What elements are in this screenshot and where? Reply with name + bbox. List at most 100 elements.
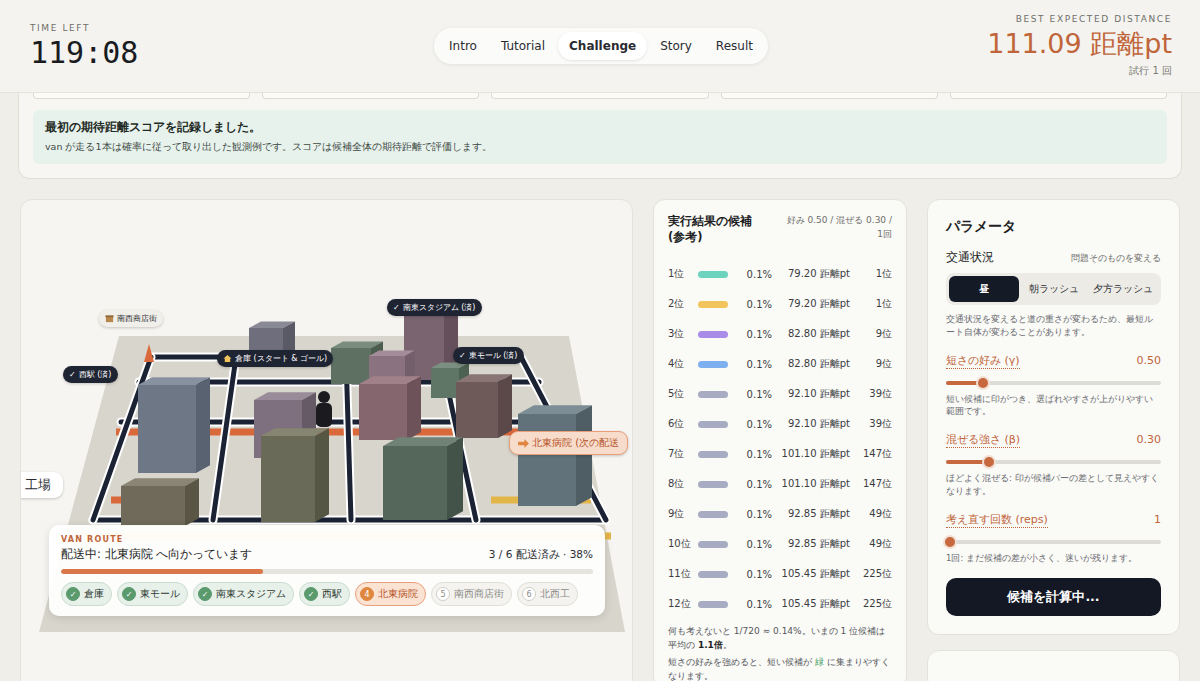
candidate-true-rank: 39位 (850, 387, 892, 401)
stop-chip: 4北東病院 (355, 582, 426, 606)
map-label-text: 工場 (25, 476, 51, 494)
score-label: BEST EXPECTED DISTANCE (768, 14, 1172, 24)
building (138, 377, 210, 473)
slider-label: 考え直す回数 (reps) (946, 512, 1048, 528)
slider-thumb[interactable] (943, 535, 957, 549)
candidate-share: 0.1% (732, 299, 772, 310)
slider-note: 短い候補に印がつき、選ばれやすさが上がりやすい範囲です。 (946, 393, 1161, 419)
candidate-rank: 6位 (668, 417, 698, 431)
map-label-text: 東モール (済) (469, 350, 518, 361)
calculate-button[interactable]: 候補を計算中... (946, 578, 1161, 616)
map-label: 南西商店街 (99, 310, 163, 327)
slider-label: 混ぜる強さ (β) (946, 432, 1020, 448)
slider-value: 1 (1154, 513, 1161, 526)
slider[interactable] (946, 460, 1161, 464)
box-icon (105, 314, 114, 323)
candidate-color (698, 361, 728, 368)
candidate-share: 0.1% (732, 389, 772, 400)
van-status: 配送中: 北東病院 へ向かっています (61, 547, 252, 562)
nav-tab[interactable]: Result (705, 32, 764, 60)
map-label-text: 南東スタジアム (済) (403, 302, 476, 313)
traffic-option[interactable]: 昼 (949, 276, 1019, 302)
top-bar: TIME LEFT119:08IntroTutorialChallengeSto… (0, 0, 1200, 93)
right-column: パラメータ交通状況問題そのものを変える昼朝ラッシュ夕方ラッシュ交通状況を変えると… (927, 199, 1180, 681)
check-mark: ✓ (459, 351, 466, 360)
candidate-true-rank: 147位 (850, 447, 892, 461)
traffic-option[interactable]: 朝ラッシュ (1019, 276, 1089, 302)
footer-text: 緑 (815, 657, 824, 667)
slider[interactable] (946, 381, 1161, 385)
candidate-distance: 92.10 距離pt (772, 417, 850, 431)
stop-list: ✓倉庫✓東モール✓南東スタジアム✓西駅4北東病院5南西商店街6北西工 (61, 582, 593, 606)
stat-box (491, 93, 708, 99)
candidate-true-rank: 49位 (850, 537, 892, 551)
stat-box (33, 93, 250, 99)
slider-thumb[interactable] (976, 376, 990, 390)
candidate-distance: 79.20 距離pt (772, 267, 850, 281)
stat-strip (33, 93, 1167, 99)
slider-note: 1回: まだ候補の差が小さく、迷いが残ります。 (946, 552, 1161, 565)
footer-note: 何も考えないと 1/720 ≈ 0.14%。いまの 1 位候補は平均の 1.1倍… (668, 625, 892, 652)
candidate-row: 5位0.1%92.10 距離pt39位 (668, 379, 892, 409)
traffic-option[interactable]: 夕方ラッシュ (1088, 276, 1158, 302)
nav-tab[interactable]: Intro (438, 32, 488, 60)
candidate-true-rank: 39位 (850, 417, 892, 431)
candidate-row: 1位0.1%79.20 距離pt1位 (668, 259, 892, 289)
stop-mark: 5 (436, 587, 450, 601)
map-label-text: 南西商店街 (117, 313, 157, 324)
nav-tab[interactable]: Challenge (558, 32, 647, 60)
candidate-color (698, 421, 728, 428)
stat-box (262, 93, 479, 99)
footer-note: 短さの好みを強めると、短い候補が 緑 に集まりやすくなります。 (668, 656, 892, 681)
check-mark: ✓ (393, 303, 400, 312)
candidate-color (698, 301, 728, 308)
candidate-rank: 12位 (668, 597, 698, 611)
candidate-share: 0.1% (732, 359, 772, 370)
stop-mark: 6 (522, 587, 536, 601)
candidate-share: 0.1% (732, 539, 772, 550)
traffic-row: 交通状況問題そのものを変える (946, 250, 1161, 265)
candidate-distance: 82.80 距離pt (772, 327, 850, 341)
stop-chip: ✓倉庫 (61, 582, 112, 606)
slider-note: ほどよく混ぜる: 印が候補バーの差として見えやすくなります。 (946, 472, 1161, 498)
slider-value: 0.50 (1137, 354, 1162, 367)
map-label: ✓南東スタジアム (済) (387, 299, 482, 316)
traffic-note: 交通状況を変えると道の重さが変わるため、最短ルート自体が変わることがあります。 (946, 313, 1161, 339)
pointer-icon (518, 439, 529, 448)
nav-tabs: IntroTutorialChallengeStoryResult (434, 28, 768, 64)
candidate-row: 6位0.1%92.10 距離pt39位 (668, 409, 892, 439)
candidate-row: 3位0.1%82.80 距離pt9位 (668, 319, 892, 349)
ground (39, 336, 625, 632)
candidate-distance: 92.10 距離pt (772, 387, 850, 401)
building (383, 437, 463, 520)
nav-tab[interactable]: Story (649, 32, 703, 60)
candidate-row: 4位0.1%82.80 距離pt9位 (668, 349, 892, 379)
slider-thumb[interactable] (982, 455, 996, 469)
road (213, 357, 236, 520)
stop-name: 北西工 (540, 587, 570, 601)
candidate-row: 12位 0.1%105.45 距離pt225位 (668, 589, 892, 619)
nav-tab[interactable]: Tutorial (490, 32, 556, 60)
candidate-row: 11位0.1%105.45 距離pt225位 (668, 559, 892, 589)
timer-label: TIME LEFT (30, 23, 434, 33)
score-value: 111.09 距離pt (768, 26, 1172, 62)
candidate-color (698, 481, 728, 488)
candidate-share: 0.1% (732, 599, 772, 610)
candidate-color (698, 331, 728, 338)
candidate-true-rank: 1位 (850, 297, 892, 311)
building (456, 374, 512, 438)
candidate-distance: 105.45 距離pt (772, 597, 850, 611)
slider[interactable] (946, 540, 1161, 544)
stop-mark: ✓ (198, 587, 212, 601)
candidate-true-rank: 225位 (850, 597, 892, 611)
stop-name: 倉庫 (84, 587, 104, 601)
stop-name: 東モール (140, 587, 180, 601)
map-label: ✓東モール (済) (453, 347, 524, 364)
parameters-title: パラメータ (946, 218, 1161, 236)
stop-chip: 6 北西工 (517, 582, 578, 606)
candidate-row: 10位0.1%92.85 距離pt49位 (668, 529, 892, 559)
candidate-list: 1位0.1%79.20 距離pt1位2位0.1%79.20 距離pt1位3位0.… (668, 259, 892, 619)
map-label: 北東病院 (次の配送 (509, 431, 628, 455)
next-card (927, 650, 1180, 681)
footer-text: 短さの好みを強めると、短い候補が (668, 657, 815, 667)
